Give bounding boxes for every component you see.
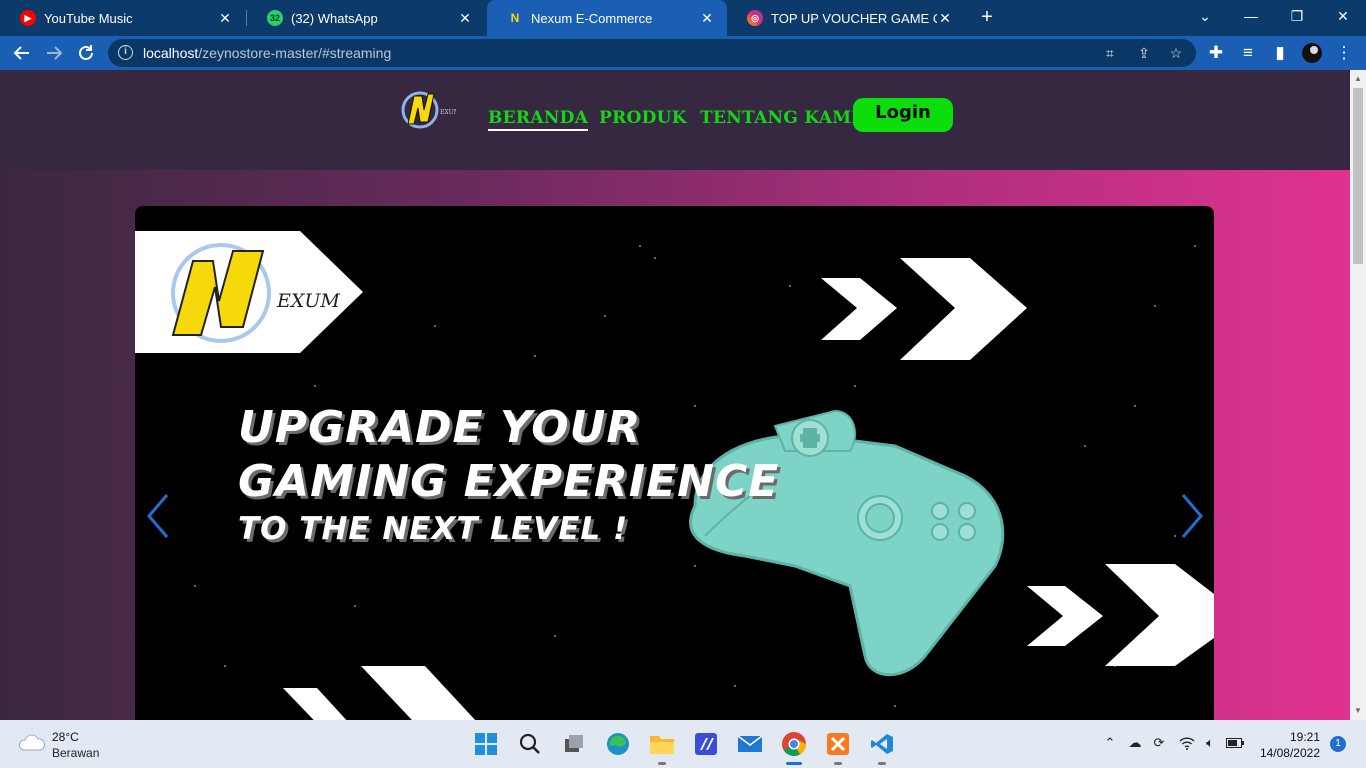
show-hidden-icons-chevron-icon[interactable]: ⌃ (1101, 734, 1119, 752)
wifi-icon[interactable] (1178, 734, 1196, 752)
site-info-icon[interactable]: i (118, 45, 133, 60)
banner-logo-text: EXUM (276, 290, 340, 312)
edge-browser-icon[interactable] (604, 730, 632, 758)
task-view-icon[interactable] (560, 730, 588, 758)
banner-headline-line3: TO THE NEXT LEVEL ! (238, 511, 629, 547)
xampp-icon[interactable] (824, 730, 852, 765)
tab-topup-voucher[interactable]: ◎ TOP UP VOUCHER GAME ONLINE ✕ (727, 0, 965, 36)
bookmark-star-icon[interactable]: ☆ (1166, 43, 1186, 63)
reload-icon[interactable] (74, 41, 98, 65)
share-icon[interactable]: ⇪ (1134, 43, 1154, 63)
tab-title: TOP UP VOUCHER GAME ONLINE (771, 10, 937, 26)
instagram-icon: ◎ (747, 10, 763, 26)
banner-headline-line2: GAMING EXPERIENCE (238, 456, 780, 507)
notification-badge[interactable]: 1 (1330, 736, 1346, 752)
banner-headline-line1: UPGRADE YOUR (238, 402, 642, 453)
site-navbar: EXUM BERANDA PRODUK TENTANG KAMI Login (0, 70, 1350, 170)
media-queue-icon[interactable]: ≡ (1236, 41, 1260, 65)
web-page: EXUM BERANDA PRODUK TENTANG KAMI Login (0, 70, 1350, 720)
close-window-button[interactable]: ✕ (1320, 0, 1366, 32)
scroll-down-arrow-icon[interactable]: ▼ (1353, 706, 1363, 715)
windows-taskbar: 28°C Berawan ⌃ ☁ ⟳ 🔈︎ 19:21 14/08/2022 1 (0, 720, 1366, 768)
browser-menu-icon[interactable]: ⋮ (1332, 41, 1356, 65)
extensions-puzzle-icon[interactable]: ✚ (1204, 41, 1228, 65)
close-tab-icon[interactable]: ✕ (699, 10, 715, 27)
minimize-button[interactable]: — (1228, 0, 1274, 32)
file-explorer-icon[interactable] (648, 730, 676, 765)
login-button[interactable]: Login (853, 98, 953, 132)
weather-description[interactable]: Berawan (52, 746, 99, 760)
tab-whatsapp[interactable]: 32 (32) WhatsApp ✕ (247, 0, 485, 36)
browser-tab-bar: ▶ YouTube Music ✕ 32 (32) WhatsApp ✕ N N… (0, 0, 1366, 36)
taskbar-clock[interactable]: 19:21 14/08/2022 (1256, 729, 1320, 761)
clock-date: 14/08/2022 (1259, 746, 1320, 760)
chrome-browser-icon[interactable] (780, 730, 808, 765)
clickup-app-icon[interactable] (692, 730, 720, 758)
start-windows-icon[interactable] (472, 730, 500, 758)
side-panel-icon[interactable]: ▮ (1268, 41, 1292, 65)
game-controller-illustration (689, 409, 1005, 677)
translate-icon[interactable]: ⌗ (1100, 43, 1120, 63)
page-scrollbar[interactable]: ▲ ▼ (1350, 70, 1366, 720)
close-tab-icon[interactable]: ✕ (457, 10, 473, 27)
url-text: localhost/zeynostore-master/#streaming (143, 45, 392, 61)
nexum-logo[interactable]: EXUM (398, 88, 456, 132)
clock-time: 19:21 (1289, 730, 1320, 744)
carousel-next-chevron-icon[interactable] (1177, 491, 1207, 541)
search-icon[interactable] (516, 730, 544, 758)
whatsapp-icon: 32 (267, 10, 283, 26)
restore-button[interactable]: ❐ (1274, 0, 1320, 32)
forward-arrow-icon[interactable] (42, 41, 66, 65)
scroll-up-arrow-icon[interactable]: ▲ (1353, 74, 1363, 83)
battery-icon[interactable] (1226, 734, 1244, 752)
tab-search-chevron-icon[interactable]: ⌄ (1182, 0, 1228, 32)
nav-link-beranda[interactable]: BERANDA (488, 108, 589, 131)
youtube-music-icon: ▶ (20, 10, 36, 26)
svg-text:EXUM: EXUM (440, 109, 456, 116)
back-arrow-icon[interactable] (10, 41, 34, 65)
tab-youtube-music[interactable]: ▶ YouTube Music ✕ (0, 0, 245, 36)
hero-carousel: EXUM UPGRADE YOUR GAMING EXPERIENCE TO T… (135, 206, 1214, 720)
tab-title: (32) WhatsApp (291, 10, 378, 26)
tab-title: Nexum E-Commerce (531, 10, 653, 26)
address-bar[interactable]: i localhost/zeynostore-master/#streaming… (108, 39, 1196, 67)
tab-title: YouTube Music (44, 10, 133, 26)
cloud-weather-icon[interactable] (18, 732, 46, 752)
banner-nexum-logo: EXUM (135, 231, 363, 353)
nexum-icon: N (510, 11, 520, 25)
nav-link-produk[interactable]: PRODUK (599, 108, 687, 128)
mail-icon[interactable] (736, 730, 764, 758)
scrollbar-thumb[interactable] (1353, 88, 1363, 264)
close-tab-icon[interactable]: ✕ (217, 10, 233, 27)
sync-update-icon[interactable]: ⟳ (1150, 734, 1168, 752)
nav-link-tentang-kami[interactable]: TENTANG KAMI (700, 108, 860, 128)
carousel-prev-chevron-icon[interactable] (143, 491, 173, 541)
weather-temperature[interactable]: 28°C (52, 730, 79, 744)
onedrive-cloud-icon[interactable]: ☁ (1126, 734, 1144, 752)
tab-nexum-ecommerce[interactable]: N Nexum E-Commerce ✕ (487, 0, 727, 36)
vscode-icon[interactable] (868, 730, 896, 765)
volume-icon[interactable]: 🔈︎ (1201, 734, 1219, 752)
new-tab-button[interactable]: + (976, 6, 998, 28)
close-tab-icon[interactable]: ✕ (937, 10, 953, 27)
browser-toolbar: i localhost/zeynostore-master/#streaming… (0, 36, 1366, 70)
profile-avatar[interactable] (1300, 41, 1324, 65)
